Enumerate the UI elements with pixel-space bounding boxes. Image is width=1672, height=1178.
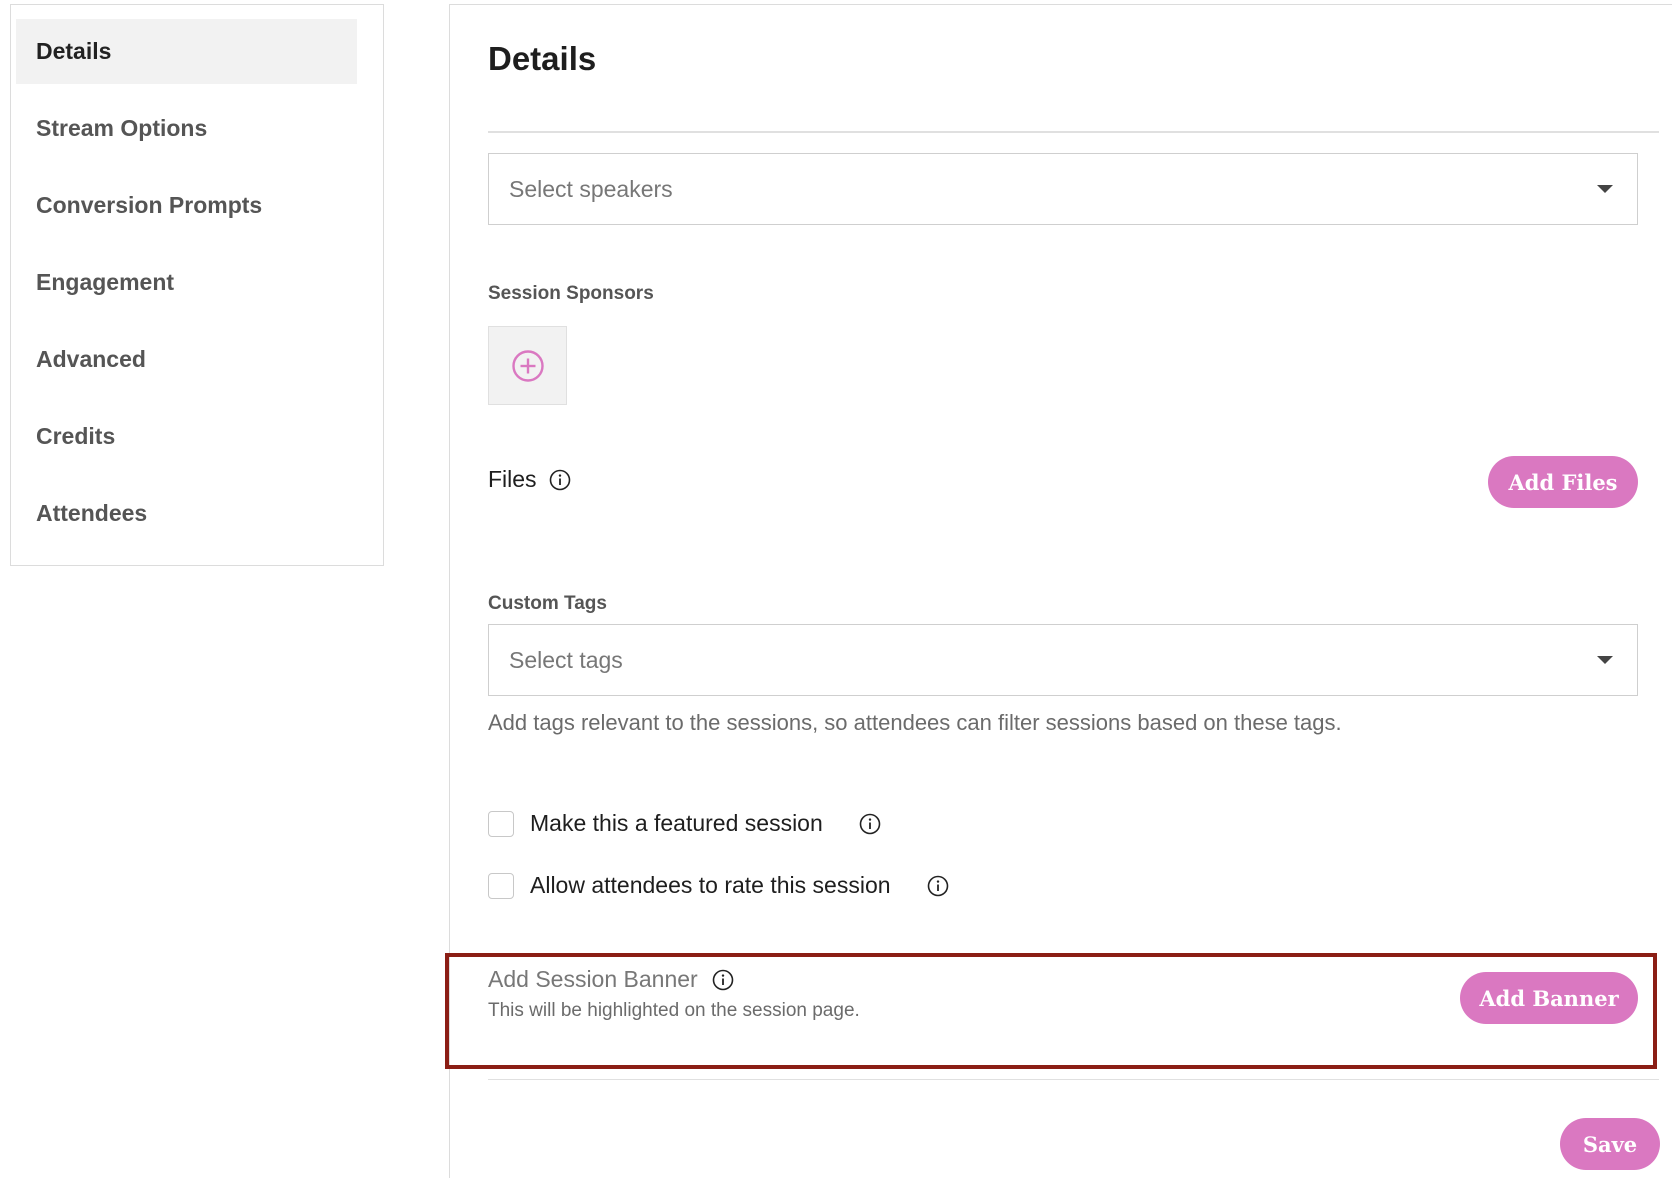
footer-divider — [488, 1079, 1659, 1080]
sidebar-item-stream-options[interactable]: Stream Options — [16, 96, 357, 161]
session-banner-title-row: Add Session Banner — [488, 966, 734, 993]
tags-select[interactable]: Select tags — [488, 624, 1638, 696]
sidebar-item-advanced[interactable]: Advanced — [16, 327, 357, 392]
files-row-label: Files — [488, 466, 571, 493]
sidebar-item-attendees[interactable]: Attendees — [16, 481, 357, 546]
title-divider — [488, 131, 1659, 133]
sidebar-item-engagement[interactable]: Engagement — [16, 250, 357, 315]
session-banner-title: Add Session Banner — [488, 966, 698, 992]
speakers-select-placeholder: Select speakers — [509, 175, 673, 202]
session-banner-subtitle: This will be highlighted on the session … — [488, 1000, 860, 1021]
rate-session-checkbox[interactable] — [488, 872, 514, 899]
add-sponsor-button[interactable] — [488, 326, 567, 405]
info-icon[interactable] — [712, 969, 734, 991]
plus-circle-icon — [511, 349, 544, 382]
info-icon[interactable] — [549, 469, 571, 491]
featured-session-checkbox[interactable] — [488, 810, 514, 837]
session-sponsors-label: Session Sponsors — [488, 283, 654, 304]
rate-session-label: Allow attendees to rate this session — [530, 872, 891, 898]
sidebar-item-conversion-prompts[interactable]: Conversion Prompts — [16, 173, 357, 238]
tags-select-placeholder: Select tags — [509, 646, 623, 673]
page-title: Details — [488, 40, 597, 77]
featured-session-label: Make this a featured session — [530, 810, 823, 836]
caret-down-icon — [1597, 656, 1613, 664]
add-banner-button[interactable]: Add Banner — [1460, 972, 1638, 1024]
caret-down-icon — [1597, 185, 1613, 193]
rate-session-row: Allow attendees to rate this session — [488, 872, 949, 899]
add-files-button[interactable]: Add Files — [1488, 456, 1638, 508]
files-label: Files — [488, 466, 537, 492]
custom-tags-label: Custom Tags — [488, 593, 607, 614]
sidebar-item-details[interactable]: Details — [16, 19, 357, 84]
tags-help-text: Add tags relevant to the sessions, so at… — [488, 710, 1342, 735]
info-icon[interactable] — [927, 875, 949, 897]
speakers-select[interactable]: Select speakers — [488, 153, 1638, 225]
sidebar-item-credits[interactable]: Credits — [16, 404, 357, 469]
info-icon[interactable] — [859, 813, 881, 835]
save-button[interactable]: Save — [1560, 1118, 1660, 1170]
featured-session-row: Make this a featured session — [488, 810, 881, 837]
